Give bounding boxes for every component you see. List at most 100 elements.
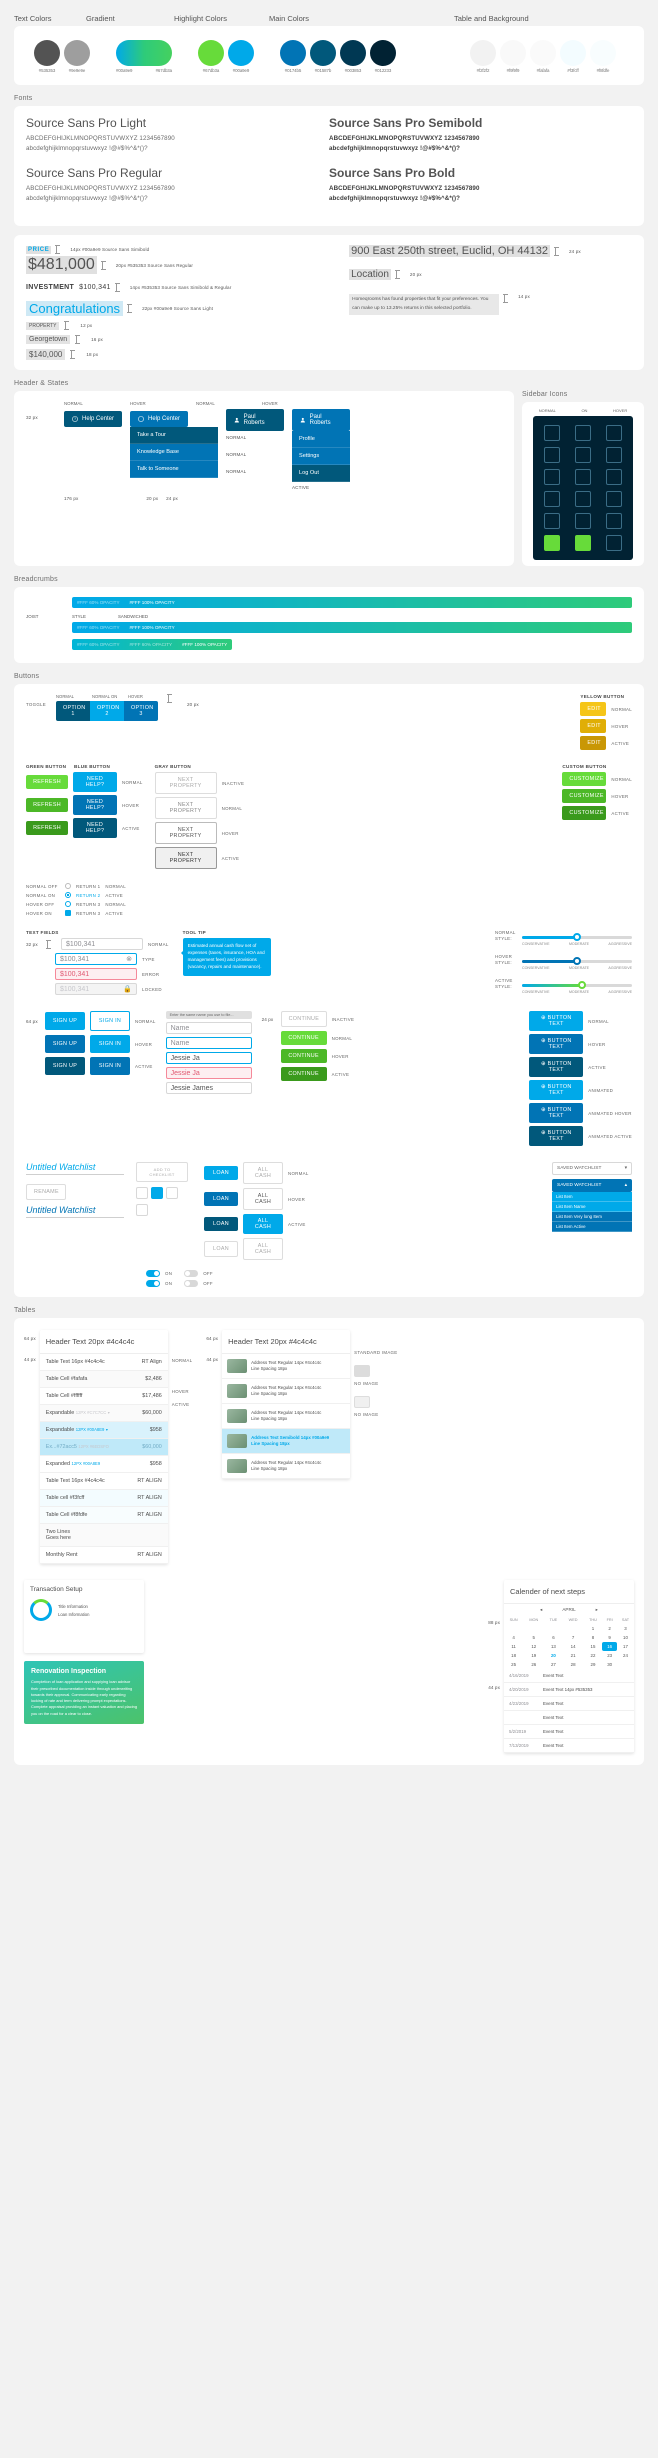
loan-button-inactive[interactable]: LOAN xyxy=(204,1241,238,1258)
dashboard-icon-on[interactable] xyxy=(574,425,591,442)
customize-button-hover[interactable]: CUSTOMIZE xyxy=(562,789,607,804)
menu-item-knowledge-base[interactable]: Knowledge Base xyxy=(130,444,218,462)
calendar-day[interactable] xyxy=(563,1624,584,1633)
sign-in-button-hover[interactable]: SIGN IN xyxy=(90,1035,130,1054)
calendar-day[interactable]: 28 xyxy=(563,1660,584,1669)
clear-icon[interactable]: ⊗ xyxy=(126,955,132,963)
watchlist-name-input[interactable]: Untitled Watchlist xyxy=(26,1162,124,1176)
add-icon-green[interactable] xyxy=(544,535,561,552)
table-row-expanded[interactable]: Expanded 12PX #00A8E9 $958 xyxy=(39,1456,168,1474)
help-center-button-hover[interactable]: Help Center xyxy=(130,411,188,428)
settings-icon[interactable] xyxy=(544,513,561,530)
menu-item-profile[interactable]: Profile xyxy=(292,431,350,449)
calendar-day[interactable]: 2 xyxy=(602,1624,617,1633)
toggle-switch-off-2[interactable] xyxy=(184,1280,199,1288)
radio-icon-on[interactable] xyxy=(65,892,71,899)
button-text-active[interactable]: ⊕ BUTTON TEXT xyxy=(529,1057,584,1078)
all-cash-button-inactive[interactable]: ALL CASH xyxy=(243,1238,283,1261)
compare-icon[interactable] xyxy=(136,1204,148,1217)
map-view-icon[interactable] xyxy=(166,1187,178,1200)
search-icon-on[interactable] xyxy=(574,469,591,486)
continue-button-inactive[interactable]: CONTINUE xyxy=(280,1011,327,1028)
toggle-control[interactable]: OPTION 1 OPTION 2 OPTION 3 xyxy=(56,701,159,722)
event-row[interactable]: 4/16/2019 Event Text xyxy=(504,1669,634,1684)
slider-track[interactable] xyxy=(522,981,632,990)
button-text-animated[interactable]: ⊕ BUTTON TEXT xyxy=(529,1080,584,1101)
calendar-day[interactable]: 17 xyxy=(617,1642,634,1651)
need-help-button-hover[interactable]: NEED HELP? xyxy=(73,795,117,816)
text-field-typing[interactable]: $100,341 ⊗ xyxy=(55,953,137,966)
event-row[interactable]: 4/23/2019 Event Text xyxy=(504,1697,634,1712)
breadcrumb-step[interactable]: #FFF 100% OPACITY xyxy=(125,597,180,608)
name-field-focus[interactable]: Name xyxy=(165,1037,252,1050)
menu-item-talk-to-someone[interactable]: Talk to Someone xyxy=(130,461,218,479)
list-item-selected[interactable]: Address Text Semibold 14px #00a9e9 Line … xyxy=(222,1429,351,1455)
breadcrumb-step[interactable]: #FFF 60% OPACITY xyxy=(72,597,125,608)
saved-watchlist-dropdown-open[interactable]: SAVED WATCHLIST ▴ xyxy=(552,1179,632,1193)
chevron-down-icon[interactable]: ▾ xyxy=(108,1410,110,1415)
name-field-complete[interactable]: Jessie James xyxy=(165,1082,252,1095)
breadcrumb-step[interactable]: #FFF 60% OPACITY xyxy=(72,639,125,650)
style-slider-active[interactable]: CONSERVATIVE MODERATE AGGRESSIVE xyxy=(522,981,632,994)
button-text-animated-hover[interactable]: ⊕ BUTTON TEXT xyxy=(529,1103,584,1124)
refresh-button[interactable]: REFRESH xyxy=(26,775,68,790)
next-property-button-normal[interactable]: NEXT PROPERTY xyxy=(154,797,217,820)
calendar-day[interactable] xyxy=(504,1624,523,1633)
toggle-option-1[interactable]: OPTION 1 xyxy=(56,701,91,722)
calendar-day[interactable]: 29 xyxy=(584,1660,603,1669)
button-text-normal[interactable]: ⊕ BUTTON TEXT xyxy=(529,1011,584,1032)
slider-track[interactable] xyxy=(522,957,632,966)
text-field-error[interactable]: $100,341 xyxy=(55,968,137,981)
table-row[interactable]: Monthly Rent RT ALIGN xyxy=(39,1547,168,1565)
add-icon-green-on[interactable] xyxy=(574,535,591,552)
calendar-day[interactable]: 14 xyxy=(563,1642,584,1651)
toggle-option-2[interactable]: OPTION 2 xyxy=(90,701,125,722)
next-month-icon[interactable]: ▸ xyxy=(596,1607,598,1613)
refresh-button-hover[interactable]: REFRESH xyxy=(26,798,68,813)
watchlist-item[interactable]: List Item Name xyxy=(552,1202,632,1213)
edit-button[interactable]: EDIT xyxy=(580,702,607,717)
chevron-down-icon[interactable]: ▾ xyxy=(106,1427,108,1432)
calendar-day[interactable]: 15 xyxy=(584,1642,603,1651)
list-item[interactable]: Address Text Regular 14px #4c4c4c Line S… xyxy=(222,1404,351,1430)
calendar-day-selected[interactable]: 16 xyxy=(602,1642,617,1652)
add-to-checklist-button[interactable]: ADD TO CHECKLIST xyxy=(136,1162,188,1183)
all-cash-button-hover[interactable]: ALL CASH xyxy=(243,1188,283,1211)
portfolio-icon-on[interactable] xyxy=(574,447,591,464)
calendar-day[interactable]: 7 xyxy=(563,1633,584,1642)
slider-knob[interactable] xyxy=(572,933,581,942)
calendar-day[interactable]: 18 xyxy=(504,1651,523,1660)
style-slider-hover[interactable]: CONSERVATIVE MODERATE AGGRESSIVE xyxy=(522,957,632,970)
event-row[interactable]: 5/2/2019 Event Text xyxy=(504,1725,634,1740)
radio-icon[interactable] xyxy=(65,883,71,890)
list-item[interactable]: Address Text Regular 14px #4c4c4c Line S… xyxy=(222,1454,351,1480)
documents-icon[interactable] xyxy=(544,491,561,508)
loan-button-hover[interactable]: LOAN xyxy=(204,1192,238,1207)
documents-icon-on[interactable] xyxy=(574,491,591,508)
button-text-animated-active[interactable]: ⊕ BUTTON TEXT xyxy=(529,1126,584,1147)
calendar-day[interactable]: 8 xyxy=(584,1633,603,1642)
calendar-day[interactable]: 12 xyxy=(523,1642,544,1651)
button-text-hover[interactable]: ⊕ BUTTON TEXT xyxy=(529,1034,584,1055)
need-help-button-active[interactable]: NEED HELP? xyxy=(73,818,117,839)
customize-button-active[interactable]: CUSTOMIZE xyxy=(562,806,607,821)
slider-track[interactable] xyxy=(522,933,632,942)
edit-button-hover[interactable]: EDIT xyxy=(580,719,607,734)
loan-button[interactable]: LOAN xyxy=(204,1166,238,1181)
event-row[interactable]: 7/13/2019 Event Text xyxy=(504,1739,634,1754)
next-property-button-active[interactable]: NEXT PROPERTY xyxy=(154,847,217,870)
calendar-day[interactable] xyxy=(523,1624,544,1633)
name-field-typing[interactable]: Jessie Ja xyxy=(165,1052,252,1065)
all-cash-button-active[interactable]: ALL CASH xyxy=(243,1214,283,1235)
table-row[interactable]: Table Text 16px #4c4c4c RT ALIGN xyxy=(39,1473,168,1491)
continue-button-active[interactable]: CONTINUE xyxy=(280,1067,327,1082)
calendar-day[interactable]: 13 xyxy=(544,1642,562,1651)
calendar-day[interactable]: 19 xyxy=(523,1651,544,1660)
prev-month-icon[interactable]: ◂ xyxy=(540,1607,542,1613)
menu-item-settings[interactable]: Settings xyxy=(292,448,350,466)
calendar-day[interactable]: 25 xyxy=(504,1660,523,1669)
watchlist-item[interactable]: List Item Active xyxy=(552,1222,632,1233)
breadcrumb-step[interactable]: #FFF 100% OPACITY xyxy=(177,639,232,650)
all-cash-button[interactable]: ALL CASH xyxy=(243,1162,283,1185)
calendar-day[interactable]: 22 xyxy=(584,1651,603,1660)
